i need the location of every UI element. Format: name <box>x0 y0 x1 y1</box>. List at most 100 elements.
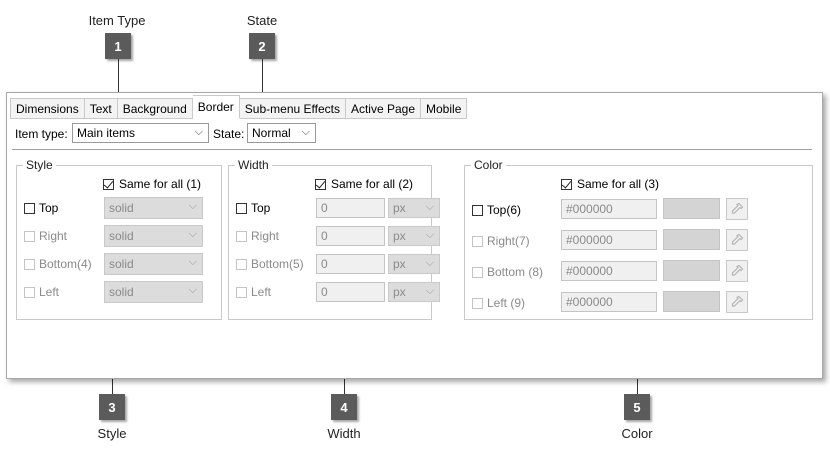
callout-title-width: Width <box>327 426 361 441</box>
item-type-label: Item type: <box>15 127 68 141</box>
color-same-for-all-checkbox[interactable] <box>561 179 572 190</box>
color-group: Color Same for all (3) Top(6) #000000 Ri… <box>464 158 813 320</box>
callout-title-state: State <box>246 13 278 28</box>
color-left-checkbox[interactable] <box>472 298 483 309</box>
tab-border[interactable]: Border <box>192 95 240 119</box>
callout-title-style: Style <box>97 426 127 441</box>
color-left-swatch[interactable] <box>663 291 720 312</box>
eyedropper-icon <box>731 233 744 245</box>
color-group-legend: Color <box>471 158 506 172</box>
style-same-for-all-label: Same for all (1) <box>119 177 202 191</box>
color-same-for-all-label: Same for all (3) <box>577 177 660 191</box>
eyedropper-icon <box>731 264 744 276</box>
color-left-picker-button[interactable] <box>726 291 748 313</box>
chevron-down-icon: ⌵ <box>188 228 197 240</box>
tab-submenu-effects[interactable]: Sub-menu Effects <box>239 98 346 119</box>
state-label: State: <box>213 127 245 141</box>
width-same-for-all-checkbox[interactable] <box>315 179 326 190</box>
color-right-label: Right(7) <box>487 234 530 248</box>
item-type-select[interactable]: Main items ⌵ <box>72 123 209 143</box>
color-right-input[interactable]: #000000 <box>561 230 657 250</box>
width-top-unit-select[interactable]: px ⌵ <box>388 198 440 218</box>
width-right-checkbox[interactable] <box>236 231 247 242</box>
width-right-unit-select[interactable]: px ⌵ <box>388 226 440 246</box>
header-divider <box>12 149 812 150</box>
style-top-select[interactable]: solid ⌵ <box>104 197 203 219</box>
eyedropper-icon <box>731 202 744 214</box>
style-left-label: Left <box>39 285 60 299</box>
chevron-down-icon: ⌵ <box>425 201 434 213</box>
eyedropper-icon <box>731 295 744 307</box>
style-top-label: Top <box>39 201 59 215</box>
width-left-unit-select[interactable]: px ⌵ <box>388 282 440 302</box>
width-same-for-all-label: Same for all (2) <box>331 177 414 191</box>
callout-badge-1: 1 <box>105 33 131 59</box>
style-right-select[interactable]: solid ⌵ <box>104 225 203 247</box>
chevron-down-icon: ⌵ <box>188 200 197 212</box>
callout-badge-4: 4 <box>331 394 357 420</box>
callout-title-item-type: Item Type <box>88 13 146 28</box>
chevron-down-icon: ⌵ <box>301 126 310 138</box>
style-group: Style Same for all (1) Top solid ⌵ Right… <box>16 158 222 320</box>
tab-dimensions[interactable]: Dimensions <box>10 98 85 119</box>
chevron-down-icon: ⌵ <box>188 256 197 268</box>
chevron-down-icon: ⌵ <box>188 284 197 296</box>
item-type-value: Main items <box>77 126 136 140</box>
color-top-checkbox[interactable] <box>472 205 483 216</box>
style-bottom-checkbox[interactable] <box>24 259 35 270</box>
state-select[interactable]: Normal ⌵ <box>247 123 316 143</box>
width-bottom-checkbox[interactable] <box>236 259 247 270</box>
width-bottom-input[interactable]: 0 <box>316 254 385 274</box>
tab-bar: Dimensions Text Background Border Sub-me… <box>10 95 468 119</box>
style-top-checkbox[interactable] <box>24 203 35 214</box>
state-value: Normal <box>252 126 291 140</box>
color-top-label: Top(6) <box>487 203 522 217</box>
border-settings-panel: Dimensions Text Background Border Sub-me… <box>6 92 823 379</box>
width-bottom-label: Bottom(5) <box>251 257 304 271</box>
color-right-picker-button[interactable] <box>726 229 748 251</box>
width-group-legend: Width <box>235 158 272 172</box>
color-right-swatch[interactable] <box>663 229 720 250</box>
color-top-input[interactable]: #000000 <box>561 199 657 219</box>
width-bottom-unit: px <box>393 257 406 271</box>
style-bottom-value: solid <box>109 257 134 271</box>
color-top-swatch[interactable] <box>663 198 720 219</box>
tab-background[interactable]: Background <box>117 98 193 119</box>
style-same-for-all-checkbox[interactable] <box>103 179 114 190</box>
tab-active-page[interactable]: Active Page <box>345 98 422 119</box>
color-right-checkbox[interactable] <box>472 236 483 247</box>
style-bottom-select[interactable]: solid ⌵ <box>104 253 203 275</box>
width-top-checkbox[interactable] <box>236 203 247 214</box>
width-left-input[interactable]: 0 <box>316 282 385 302</box>
width-right-unit: px <box>393 229 406 243</box>
color-left-input[interactable]: #000000 <box>561 292 657 312</box>
tab-text[interactable]: Text <box>84 98 118 119</box>
color-top-picker-button[interactable] <box>726 198 748 220</box>
style-right-value: solid <box>109 229 134 243</box>
tab-mobile[interactable]: Mobile <box>421 98 468 119</box>
width-right-input[interactable]: 0 <box>316 226 385 246</box>
color-bottom-swatch[interactable] <box>663 260 720 281</box>
style-group-legend: Style <box>23 158 56 172</box>
chevron-down-icon: ⌵ <box>425 285 434 297</box>
width-left-checkbox[interactable] <box>236 287 247 298</box>
callout-badge-5: 5 <box>624 394 650 420</box>
style-left-select[interactable]: solid ⌵ <box>104 281 203 303</box>
style-left-checkbox[interactable] <box>24 287 35 298</box>
callout-title-color: Color <box>621 426 653 441</box>
color-left-label: Left (9) <box>487 296 526 310</box>
width-right-label: Right <box>251 229 280 243</box>
chevron-down-icon: ⌵ <box>194 126 203 138</box>
color-bottom-input[interactable]: #000000 <box>561 261 657 281</box>
style-right-checkbox[interactable] <box>24 231 35 242</box>
width-group: Width Same for all (2) Top 0 px ⌵ Right … <box>228 158 440 320</box>
width-bottom-unit-select[interactable]: px ⌵ <box>388 254 440 274</box>
color-bottom-checkbox[interactable] <box>472 267 483 278</box>
width-top-input[interactable]: 0 <box>316 198 385 218</box>
color-bottom-label: Bottom (8) <box>487 265 544 279</box>
width-top-label: Top <box>251 201 271 215</box>
style-left-value: solid <box>109 285 134 299</box>
color-bottom-picker-button[interactable] <box>726 260 748 282</box>
style-right-label: Right <box>39 229 68 243</box>
chevron-down-icon: ⌵ <box>425 229 434 241</box>
